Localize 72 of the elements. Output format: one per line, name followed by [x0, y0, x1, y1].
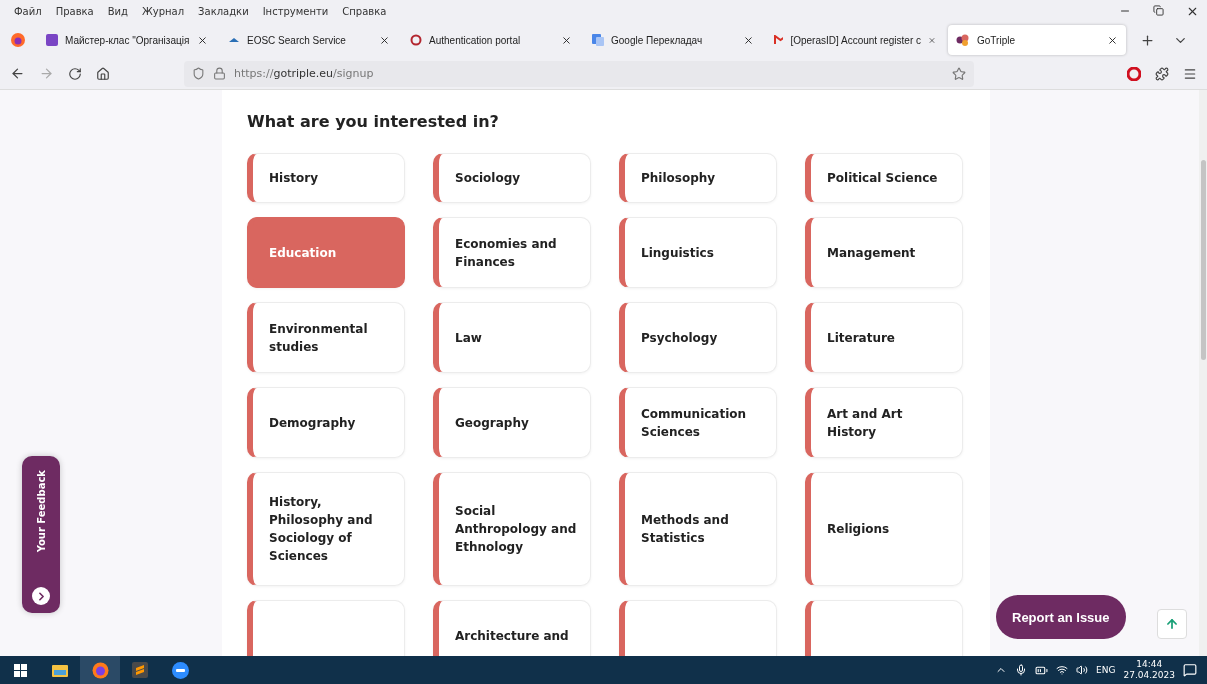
topic-card[interactable]: [247, 600, 405, 656]
topic-card[interactable]: Philosophy: [619, 153, 777, 203]
extensions-icon[interactable]: [1155, 66, 1169, 81]
topic-card[interactable]: Methods and Statistics: [619, 472, 777, 586]
reload-icon[interactable]: [68, 66, 82, 81]
dots-icon: [956, 34, 970, 46]
menu-item[interactable]: Вид: [107, 5, 128, 17]
topic-card[interactable]: Literature: [805, 302, 963, 373]
menu-item[interactable]: Інструменти: [262, 5, 329, 17]
topic-card[interactable]: Political Science: [805, 153, 963, 203]
clock[interactable]: 14:44 27.04.2023: [1123, 659, 1175, 681]
ring-icon: [410, 34, 422, 46]
restore-icon[interactable]: [1153, 4, 1164, 16]
browser-tab[interactable]: Google Перекладач: [584, 25, 762, 55]
topic-card[interactable]: Environmental studies: [247, 302, 405, 373]
topic-card[interactable]: History, Philosophy and Sociology of Sciences: [247, 472, 405, 586]
feedback-tab[interactable]: Your Feedback: [22, 456, 60, 613]
topic-card[interactable]: [805, 600, 963, 656]
arrow-up-icon: [1165, 617, 1179, 631]
topic-card[interactable]: Art and Art History: [805, 387, 963, 458]
language-indicator[interactable]: ENG: [1096, 665, 1116, 675]
menu-item[interactable]: Журнал: [142, 5, 185, 17]
close-icon[interactable]: [561, 34, 572, 46]
close-icon[interactable]: [743, 34, 754, 46]
menu-item[interactable]: Файл: [14, 5, 42, 17]
menu-item[interactable]: Правка: [55, 5, 94, 17]
browser-tab[interactable]: EOSC Search Service: [220, 25, 398, 55]
windows-icon[interactable]: [13, 663, 27, 677]
close-icon[interactable]: [1107, 34, 1118, 46]
topic-card[interactable]: [619, 600, 777, 656]
topic-card[interactable]: Architecture and: [433, 600, 591, 656]
square-icon: [46, 34, 58, 46]
topic-card[interactable]: Economies and Finances: [433, 217, 591, 288]
topic-card[interactable]: Demography: [247, 387, 405, 458]
speaker-icon[interactable]: [1076, 664, 1089, 676]
menu-icon[interactable]: [1183, 66, 1197, 81]
browser-tab[interactable]: Authentication portal: [402, 25, 580, 55]
browser-tab[interactable]: Майстер-клас "Організація: [38, 25, 216, 55]
address-field[interactable]: https://gotriple.eu/signup: [184, 60, 974, 87]
notifications-icon[interactable]: [1183, 663, 1197, 677]
home-icon[interactable]: [96, 66, 110, 81]
menu-item[interactable]: Справка: [342, 5, 387, 17]
folder-icon[interactable]: [52, 663, 68, 677]
report-issue-button[interactable]: Report an Issue: [996, 595, 1126, 639]
browser-tab[interactable]: GoTriple: [948, 25, 1126, 55]
new-tab-icon[interactable]: [1140, 32, 1155, 48]
topic-card[interactable]: Law: [433, 302, 591, 373]
topic-card[interactable]: History: [247, 153, 405, 203]
lock-icon: [213, 67, 226, 80]
url-text: https://gotriple.eu/signup: [234, 67, 375, 80]
topic-card[interactable]: Social Anthropology and Ethnology: [433, 472, 591, 586]
scroll-top-button[interactable]: [1157, 609, 1187, 639]
microphone-icon[interactable]: [1015, 664, 1028, 676]
topic-card[interactable]: Religions: [805, 472, 963, 586]
back-icon[interactable]: [10, 66, 25, 81]
section-heading: What are you interested in?: [247, 112, 500, 131]
wifi-icon[interactable]: [1056, 664, 1069, 676]
topic-card[interactable]: Psychology: [619, 302, 777, 373]
topic-card[interactable]: Management: [805, 217, 963, 288]
shield-icon: [192, 67, 205, 80]
close-icon[interactable]: [379, 34, 390, 46]
topic-card[interactable]: Communication Sciences: [619, 387, 777, 458]
topic-card[interactable]: Sociology: [433, 153, 591, 203]
close-icon[interactable]: [197, 34, 208, 46]
topic-card[interactable]: Geography: [433, 387, 591, 458]
menu-item[interactable]: Закладки: [198, 5, 249, 17]
sublime-icon[interactable]: [132, 662, 148, 678]
browser-tab[interactable]: [OperasID] Account register c: [766, 25, 944, 55]
scrollbar-thumb[interactable]: [1200, 160, 1206, 360]
opera-icon[interactable]: [1127, 66, 1141, 81]
topic-card[interactable]: Linguistics: [619, 217, 777, 288]
star-icon[interactable]: [952, 66, 966, 81]
